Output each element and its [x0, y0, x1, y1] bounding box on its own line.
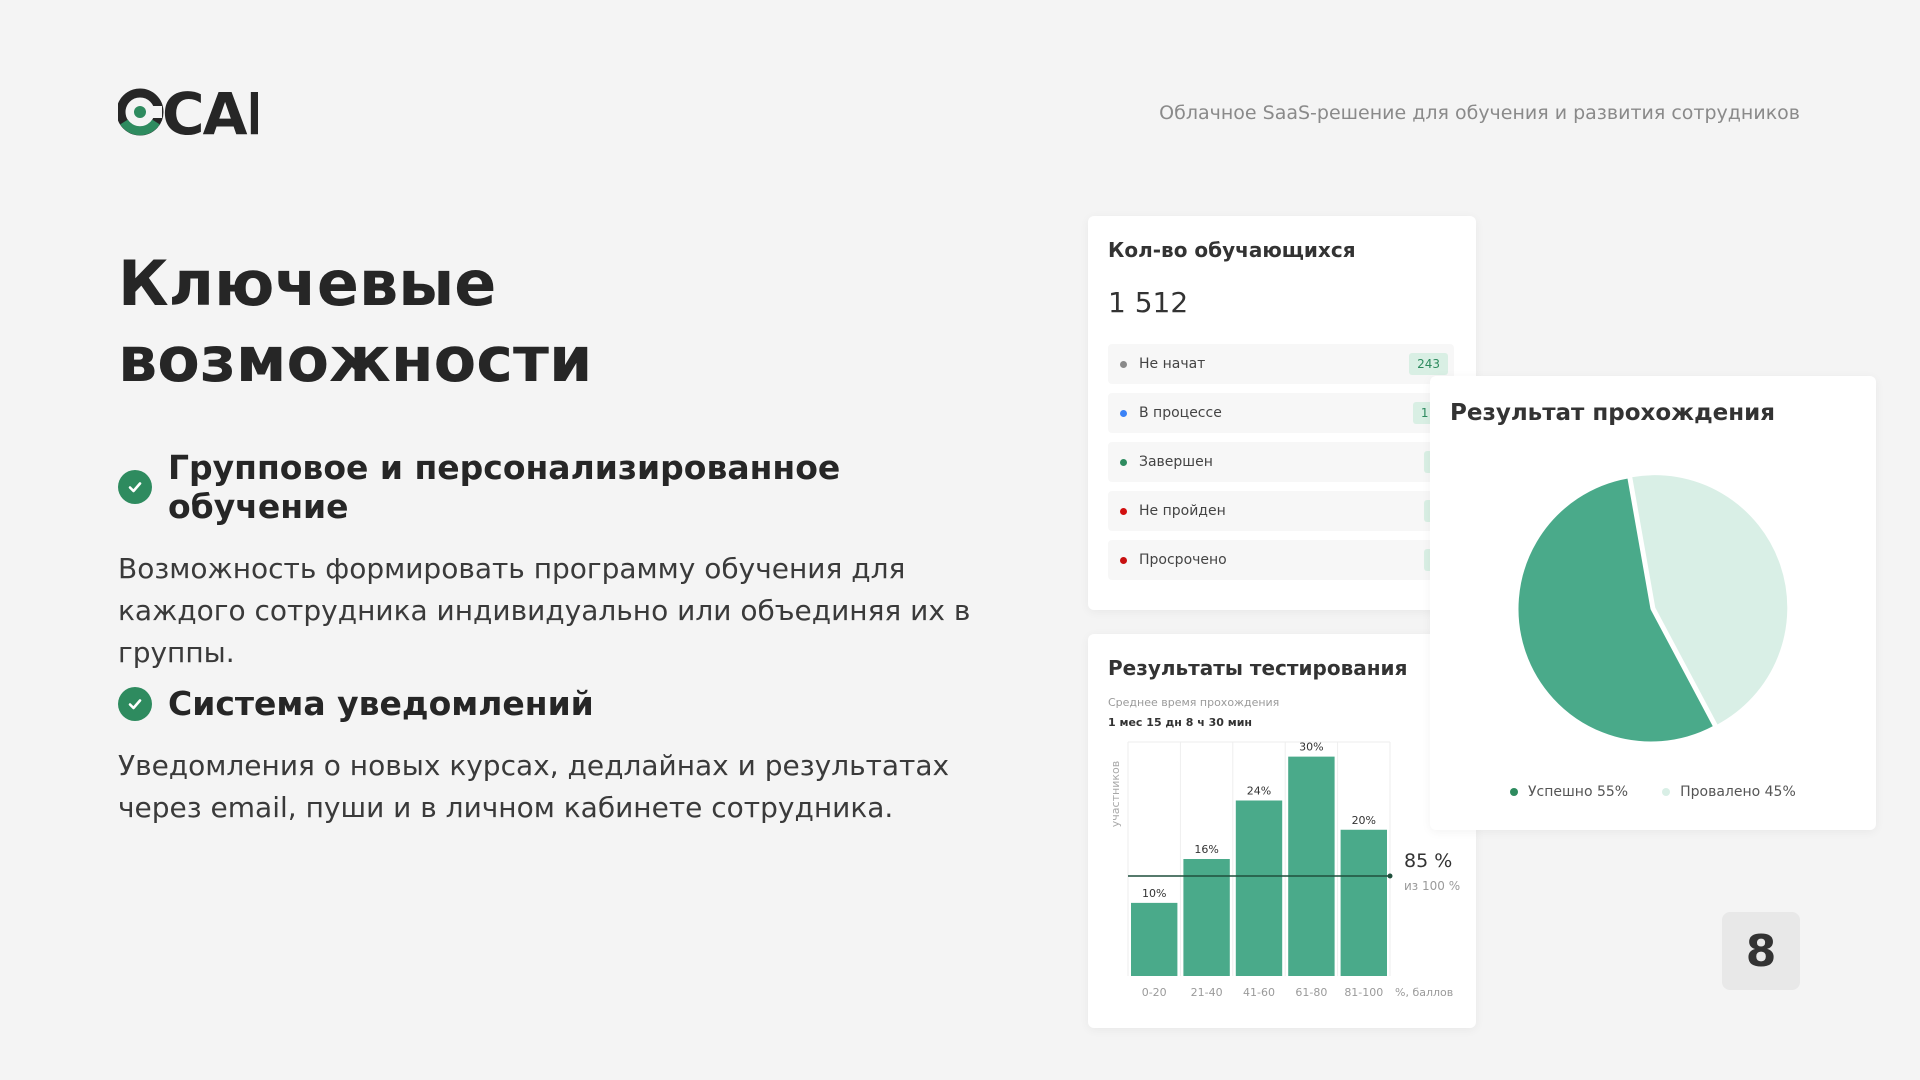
testing-results-card: Результаты тестирования Среднее время пр… [1088, 634, 1476, 1028]
testing-bar-chart: 10% 0-20 16% 21-40 24% 41-60 30% 61-80 20% 81-100… [1109, 741, 1460, 999]
avg-score-value: 85 % [1404, 850, 1452, 872]
students-total: 1 512 [1108, 286, 1189, 319]
status-label: Завершен [1139, 454, 1213, 470]
legend-dot [1510, 788, 1518, 796]
status-dot [1120, 458, 1127, 466]
students-count-card: Кол-во обучающихся 1 512 Не начат 243 В … [1088, 216, 1476, 610]
card-title: Кол-во обучающихся [1108, 238, 1356, 262]
feature-notifications: Система уведомлений Уведомления о новых … [118, 684, 998, 829]
pie-legend: Успешно 55% Провалено 45% [1510, 784, 1796, 800]
x-tick-label: 0-20 [1142, 986, 1167, 999]
bar-value-label: 24% [1247, 785, 1271, 798]
feature-text: Уведомления о новых курсах, дедлайнах и … [118, 749, 950, 824]
bar-value-label: 16% [1194, 843, 1218, 856]
title-line-2: возможности [118, 323, 593, 396]
x-tick-label: 61-80 [1295, 986, 1327, 999]
tagline: Облачное SaaS-решение для обучения и раз… [1159, 102, 1800, 124]
check-icon [118, 686, 152, 721]
status-row-failed[interactable]: Не пройден 2 [1108, 491, 1454, 531]
feature-title: Система уведомлений [168, 684, 594, 723]
bar-81-100 [1340, 829, 1387, 976]
status-row-completed[interactable]: Завершен 7 [1108, 442, 1454, 482]
legend-label: Успешно 55% [1528, 784, 1629, 800]
status-row-not-started[interactable]: Не начат 243 [1108, 344, 1454, 384]
logo-text: CAP [162, 86, 258, 142]
bar-0-20 [1131, 902, 1178, 976]
pass-result-pie-chart [1517, 474, 1789, 743]
x-tick-label: 41-60 [1243, 986, 1275, 999]
status-label: Не пройден [1139, 503, 1226, 519]
status-label: Просрочено [1139, 552, 1227, 568]
page-title: Ключевые возможности [118, 246, 592, 398]
avg-score-sub: из 100 % [1404, 879, 1460, 893]
x-tick-label: 21-40 [1191, 986, 1223, 999]
status-count-badge: 243 [1409, 353, 1448, 375]
status-row-overdue[interactable]: Просрочено 2 [1108, 540, 1454, 580]
status-dot [1120, 507, 1127, 515]
status-list: Не начат 243 В процессе 1 2 Завершен 7 Н… [1108, 344, 1454, 589]
legend-item: Успешно 55% [1510, 784, 1628, 800]
status-label: Не начат [1139, 356, 1206, 372]
x-axis-label: %, баллов [1395, 986, 1453, 999]
cap-logo: CAP [118, 86, 258, 142]
feature-group-learning: Групповое и персонализированное обучение… [118, 448, 998, 674]
status-label: В процессе [1139, 405, 1222, 421]
bar-value-label: 30% [1299, 741, 1323, 754]
legend-dot [1662, 788, 1671, 796]
status-row-in-progress[interactable]: В процессе 1 2 [1108, 393, 1454, 433]
x-tick-label: 81-100 [1344, 986, 1383, 999]
feature-title: Групповое и персонализированное обучение [168, 448, 841, 526]
bar-41-60 [1235, 800, 1283, 976]
legend-label: Провалено 45% [1680, 784, 1796, 800]
bar-value-label: 10% [1142, 887, 1166, 900]
reference-line-dot [1387, 873, 1393, 879]
bar-value-label: 20% [1352, 814, 1376, 827]
feature-text: Возможность формировать программу обучен… [118, 552, 971, 669]
card-title: Результат прохождения [1450, 400, 1776, 426]
status-dot [1120, 360, 1127, 368]
legend-item: Провалено 45% [1662, 784, 1796, 800]
page-number: 8 [1722, 912, 1800, 990]
status-dot [1120, 556, 1127, 564]
bar-61-80 [1288, 756, 1335, 976]
pass-result-card: Результат прохождения Успешно 55% Провале… [1430, 376, 1876, 830]
y-axis-label: участников [1109, 761, 1122, 827]
title-line-1: Ключевые [118, 247, 497, 320]
status-dot [1120, 409, 1127, 417]
check-icon [118, 470, 152, 504]
